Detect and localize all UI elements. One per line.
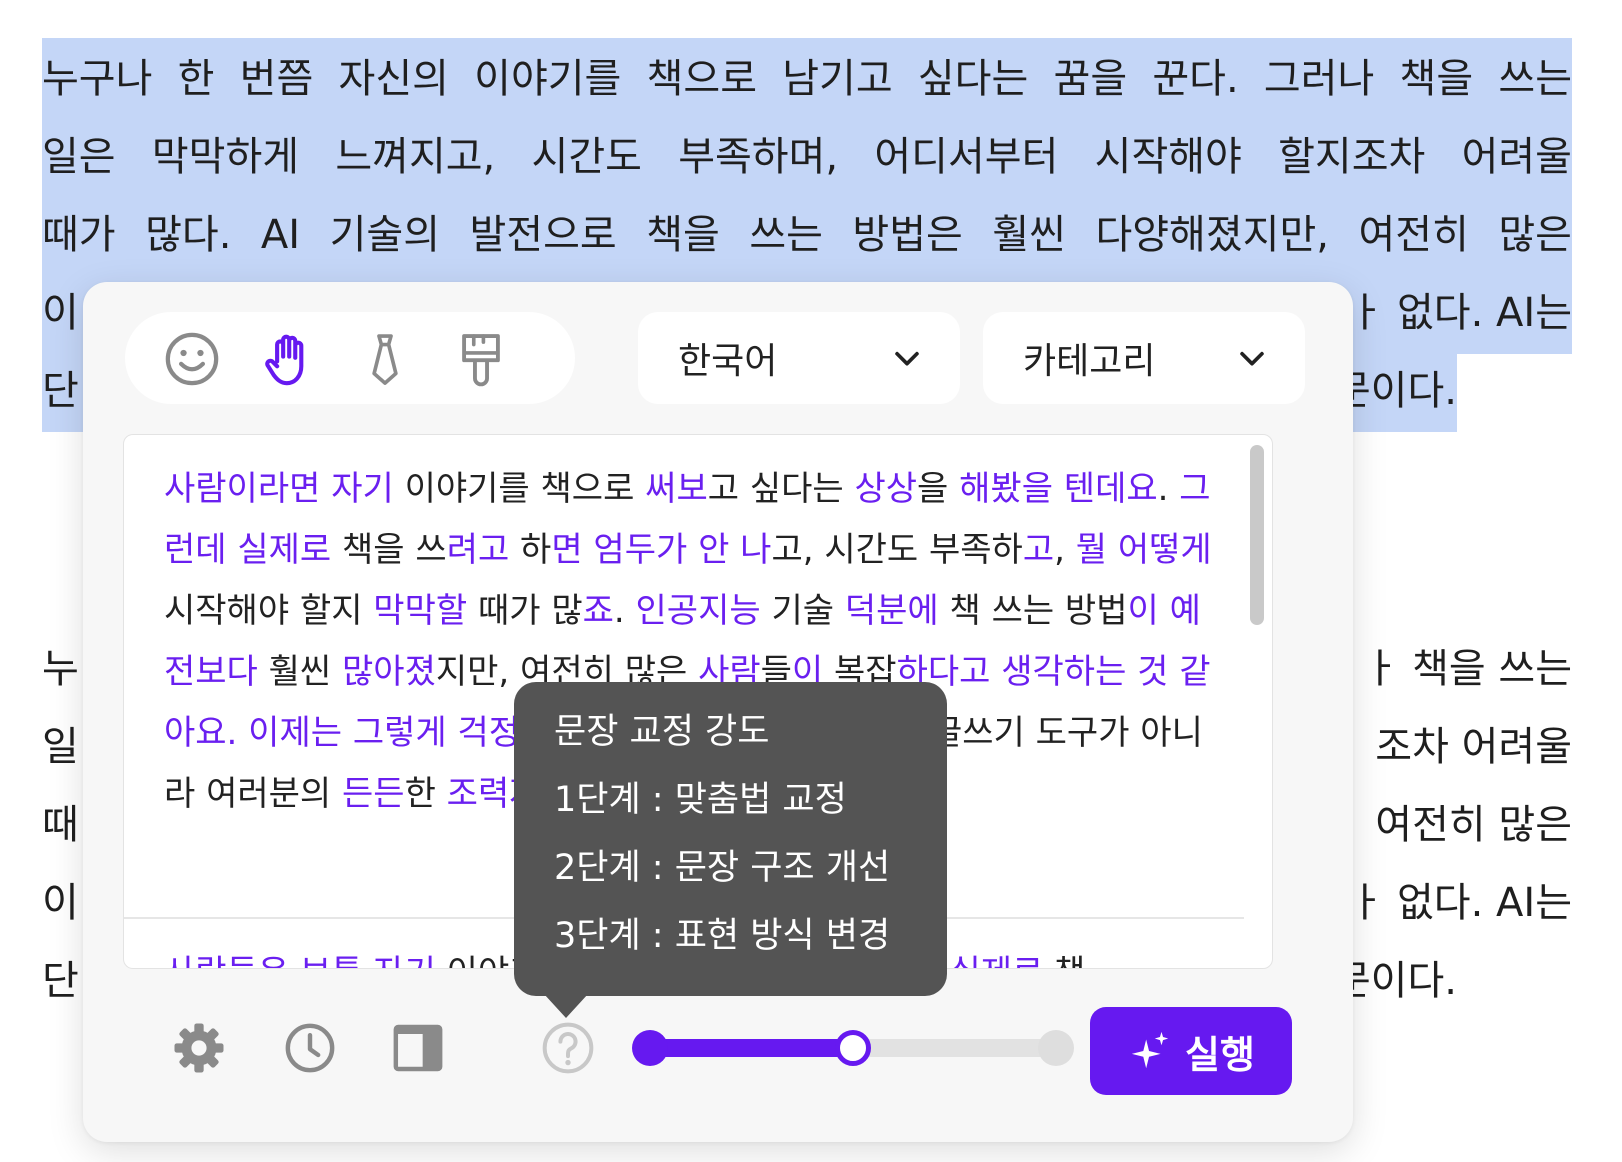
tie-icon [372,334,398,385]
side-panel-icon [393,1024,443,1072]
text-segment: 시작해야 할지 [164,591,374,631]
text-segment: . [1157,469,1180,509]
chevron-down-icon [895,351,919,366]
tooltip-arrow [544,994,588,1018]
tone-button-casual[interactable] [259,330,317,388]
settings-button[interactable] [169,1018,229,1078]
tone-button-formal[interactable] [356,330,414,388]
changed-text-segment: 실제로 [949,953,1043,968]
hand-icon [265,334,304,386]
chevron-down-icon [1240,351,1264,366]
strength-slider-fill [638,1039,853,1057]
tone-button-friendly[interactable] [163,330,221,388]
language-select-value: 한국어 [678,341,778,382]
changed-text-segment: 려고 [446,530,510,570]
text-segment: 책 [1043,953,1085,968]
strength-slider-max-dot [1038,1030,1074,1066]
changed-text-segment: 해봤을 텐데요 [959,469,1158,509]
strength-slider[interactable] [632,1030,1074,1066]
tooltip-item: 1단계 : 맞춤법 교정 [554,780,847,820]
text-segment: 책 쓰는 방법 [938,591,1128,631]
changed-text-segment: 사람이라면 자기 [164,469,394,509]
text-segment: 기술 [760,591,845,631]
tone-button-creative[interactable] [452,330,510,388]
tooltip-item: 3단계 : 표현 방식 변경 [554,916,891,956]
sparkle-icon [1131,1031,1169,1069]
changed-text-segment: 상상 [854,469,918,509]
text-segment: 이야기를 책으로 [393,469,646,509]
changed-text-segment: 덕분에 [844,591,939,631]
text-segment: , [1054,530,1076,570]
text-segment: 고 싶다는 [707,469,855,509]
changed-text-segment: 죠 [582,591,614,631]
gear-icon [174,1023,224,1073]
changed-text-segment: 많아졌 [342,652,436,692]
paint-brush-icon [462,334,500,387]
question-circle-icon [542,1022,594,1074]
text-segment: 을 [917,469,960,509]
history-button[interactable] [280,1018,340,1078]
category-select[interactable]: 카테고리 [983,312,1305,404]
changed-text-segment: 뭘 어떻게 [1075,530,1212,570]
text-segment: 때가 많 [467,591,583,631]
strength-slider-thumb[interactable] [835,1030,871,1066]
run-button[interactable]: 실행 [1090,1007,1292,1095]
changed-text-segment: 든든 [342,774,405,814]
strength-help-button[interactable] [538,1018,598,1078]
strength-slider-min-dot [632,1030,668,1066]
tooltip-title: 문장 교정 강도 [554,712,770,752]
tooltip-item: 2단계 : 문장 구조 개선 [554,848,891,888]
document-line: 일은 막막하게 느껴지고, 시간도 부족하며, 어디서부터 시작해야 할지조차 … [42,116,1572,198]
text-segment: 하 [509,530,552,570]
text-segment: 고, 시간도 부족하 [771,530,1023,570]
category-select-value: 카테고리 [1023,341,1156,382]
text-segment: 한 [404,774,447,814]
result-scrollbar[interactable] [1250,445,1264,625]
clock-icon [285,1023,335,1073]
text-segment: 훨씬 [257,652,343,692]
changed-text-segment: 사람들은 보통 자기 [164,953,436,968]
smile-icon [165,332,219,386]
changed-text-segment: 면 엄두가 안 나 [551,530,772,570]
document-line: 때가 많다. AI 기술의 발전으로 책을 쓰는 방법은 훨씬 다양해졌지만, … [42,194,1572,276]
language-select[interactable]: 한국어 [638,312,960,404]
tone-selector [125,312,575,404]
changed-text-segment: 인공지능 [635,591,761,631]
changed-text-segment: 써보 [645,469,708,509]
side-panel-button[interactable] [388,1018,448,1078]
run-button-label: 실행 [1185,1032,1255,1077]
document-line: 누구나 한 번쯤 자신의 이야기를 책으로 남기고 싶다는 꿈을 꾼다. 그러나… [42,38,1572,120]
text-segment: 책을 쓰 [331,530,447,570]
strength-tooltip: 문장 교정 강도 1단계 : 맞춤법 교정 2단계 : 문장 구조 개선 3단계… [514,682,947,996]
changed-text-segment: 고 [1022,530,1055,570]
text-segment: . [613,591,636,631]
changed-text-segment: 막막할 [373,591,468,631]
